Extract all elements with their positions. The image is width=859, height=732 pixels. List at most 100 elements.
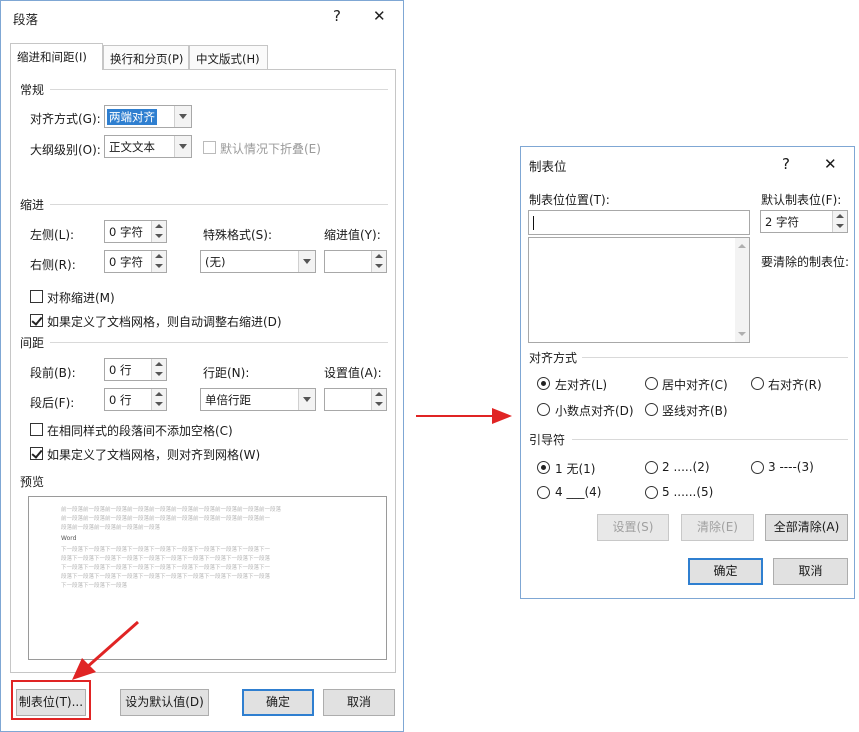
ok-button[interactable]: 确定: [242, 689, 314, 716]
spin-arrows-icon[interactable]: [151, 389, 166, 410]
line-spacing-value: 单倍行距: [205, 393, 251, 407]
preview-heading: 预览: [20, 475, 45, 489]
help-icon[interactable]: ?: [782, 155, 790, 173]
leader-4-radio[interactable]: [537, 486, 550, 499]
spacing-heading: 间距: [20, 336, 45, 350]
outline-level-select[interactable]: 正文文本: [104, 135, 192, 158]
alignment-select[interactable]: 两端对齐: [104, 105, 192, 128]
divider: [572, 439, 848, 440]
leader-4-label: 4 ___(4): [555, 485, 602, 499]
leader-2-radio[interactable]: [645, 461, 658, 474]
alignment-label: 对齐方式(G):: [30, 112, 101, 126]
no-space-checkbox[interactable]: [30, 423, 43, 436]
tab-asian-typography[interactable]: 中文版式(H): [189, 45, 268, 70]
indent-heading: 缩进: [20, 198, 45, 212]
outline-level-value: 正文文本: [109, 140, 155, 154]
spacing-after-stepper[interactable]: 0 行: [104, 388, 167, 411]
help-icon[interactable]: ?: [333, 9, 341, 24]
set-default-button[interactable]: 设为默认值(D): [120, 689, 209, 716]
default-tab-value: 2 字符: [765, 215, 799, 229]
tab-line-page-breaks[interactable]: 换行和分页(P): [103, 45, 189, 70]
align-decimal-label: 小数点对齐(D): [555, 404, 634, 418]
indent-by-label: 缩进值(Y):: [324, 228, 381, 242]
auto-adjust-checkbox[interactable]: [30, 314, 43, 327]
align-center-label: 居中对齐(C): [662, 378, 728, 392]
snap-grid-checkbox[interactable]: [30, 447, 43, 460]
indent-left-label: 左侧(L):: [30, 228, 75, 242]
default-tab-stepper[interactable]: 2 字符: [760, 210, 848, 233]
tab-stop-list[interactable]: [528, 237, 750, 343]
set-button[interactable]: 设置(S): [597, 514, 669, 541]
clear-all-button[interactable]: 全部清除(A): [765, 514, 848, 541]
divider: [50, 204, 388, 205]
indent-left-stepper[interactable]: 0 字符: [104, 220, 167, 243]
close-icon[interactable]: ✕: [373, 9, 386, 24]
preview-line: 段落下一段落下一段落下一段落下一段落下一段落下一段落下一段落下一段落下一段落: [61, 556, 271, 562]
tabs-cancel-button[interactable]: 取消: [773, 558, 848, 585]
indent-by-stepper[interactable]: [324, 250, 387, 273]
snap-grid-label: 如果定义了文档网格，则对齐到网格(W): [47, 448, 261, 462]
leader-heading: 引导符: [529, 433, 566, 447]
spin-arrows-icon[interactable]: [371, 251, 386, 272]
highlight-box: [11, 680, 91, 720]
tab-position-label: 制表位位置(T):: [529, 193, 610, 207]
chevron-down-icon[interactable]: [298, 389, 315, 410]
line-at-stepper[interactable]: [324, 388, 387, 411]
align-left-radio[interactable]: [537, 377, 550, 390]
special-label: 特殊格式(S):: [203, 228, 273, 242]
spin-arrows-icon[interactable]: [371, 389, 386, 410]
indent-right-value: 0 字符: [109, 255, 143, 269]
leader-1-radio[interactable]: [537, 461, 550, 474]
line-spacing-select[interactable]: 单倍行距: [200, 388, 316, 411]
divider: [582, 357, 848, 358]
mirror-indents-checkbox[interactable]: [30, 290, 43, 303]
no-space-label: 在相同样式的段落间不添加空格(C): [47, 424, 233, 438]
tabs-dialog-title: 制表位: [529, 159, 567, 174]
spacing-before-label: 段前(B):: [30, 366, 76, 380]
preview-word: Word: [61, 535, 77, 542]
special-value: (无): [205, 255, 226, 269]
collapse-checkbox[interactable]: [203, 141, 216, 154]
align-left-label: 左对齐(L): [555, 378, 608, 392]
line-at-label: 设置值(A):: [324, 366, 382, 380]
preview-line: 下一段落下一段落下一段落下一段落下一段落下一段落下一段落下一段落下一段落下一: [61, 547, 271, 553]
spacing-after-value: 0 行: [109, 393, 132, 407]
general-heading: 常规: [20, 83, 45, 97]
spin-arrows-icon[interactable]: [151, 251, 166, 272]
chevron-down-icon[interactable]: [174, 106, 191, 127]
auto-adjust-label: 如果定义了文档网格，则自动调整右缩进(D): [47, 315, 282, 329]
align-decimal-radio[interactable]: [537, 403, 550, 416]
tab-position-input[interactable]: [528, 210, 750, 235]
preview-line: 前一段落前一段落前一段落前一段落前一段落前一段落前一段落前一段落前一段落前一段落: [61, 507, 282, 513]
arrow-to-tabs-dialog-head: [492, 408, 512, 424]
leader-5-radio[interactable]: [645, 486, 658, 499]
alignment-value: 两端对齐: [107, 109, 157, 125]
spacing-after-label: 段后(F):: [30, 396, 75, 410]
spacing-before-stepper[interactable]: 0 行: [104, 358, 167, 381]
chevron-down-icon[interactable]: [174, 136, 191, 157]
spin-arrows-icon[interactable]: [151, 359, 166, 380]
special-select[interactable]: (无): [200, 250, 316, 273]
divider: [50, 89, 388, 90]
leader-3-label: 3 ----(3): [768, 460, 814, 474]
text-cursor: [533, 216, 534, 230]
spin-arrows-icon[interactable]: [151, 221, 166, 242]
spin-arrows-icon[interactable]: [832, 211, 847, 232]
indent-right-label: 右侧(R):: [30, 258, 76, 272]
preview-line: 段落前一段落前一段落前一段落前一段落: [61, 525, 161, 531]
preview-line: 下一段落下一段落下一段落下一段落下一段落下一段落下一段落下一段落下一段落下一: [61, 565, 271, 571]
align-bar-radio[interactable]: [645, 403, 658, 416]
close-icon[interactable]: ✕: [824, 155, 837, 173]
cancel-button[interactable]: 取消: [323, 689, 395, 716]
default-tab-label: 默认制表位(F):: [761, 193, 842, 207]
tab-indent-spacing[interactable]: 缩进和间距(I): [10, 43, 103, 70]
chevron-down-icon[interactable]: [298, 251, 315, 272]
indent-left-value: 0 字符: [109, 225, 143, 239]
indent-right-stepper[interactable]: 0 字符: [104, 250, 167, 273]
align-center-radio[interactable]: [645, 377, 658, 390]
tabs-ok-button[interactable]: 确定: [688, 558, 763, 585]
clear-button[interactable]: 清除(E): [681, 514, 754, 541]
align-right-radio[interactable]: [751, 377, 764, 390]
list-scrollbar[interactable]: [735, 238, 749, 342]
leader-3-radio[interactable]: [751, 461, 764, 474]
